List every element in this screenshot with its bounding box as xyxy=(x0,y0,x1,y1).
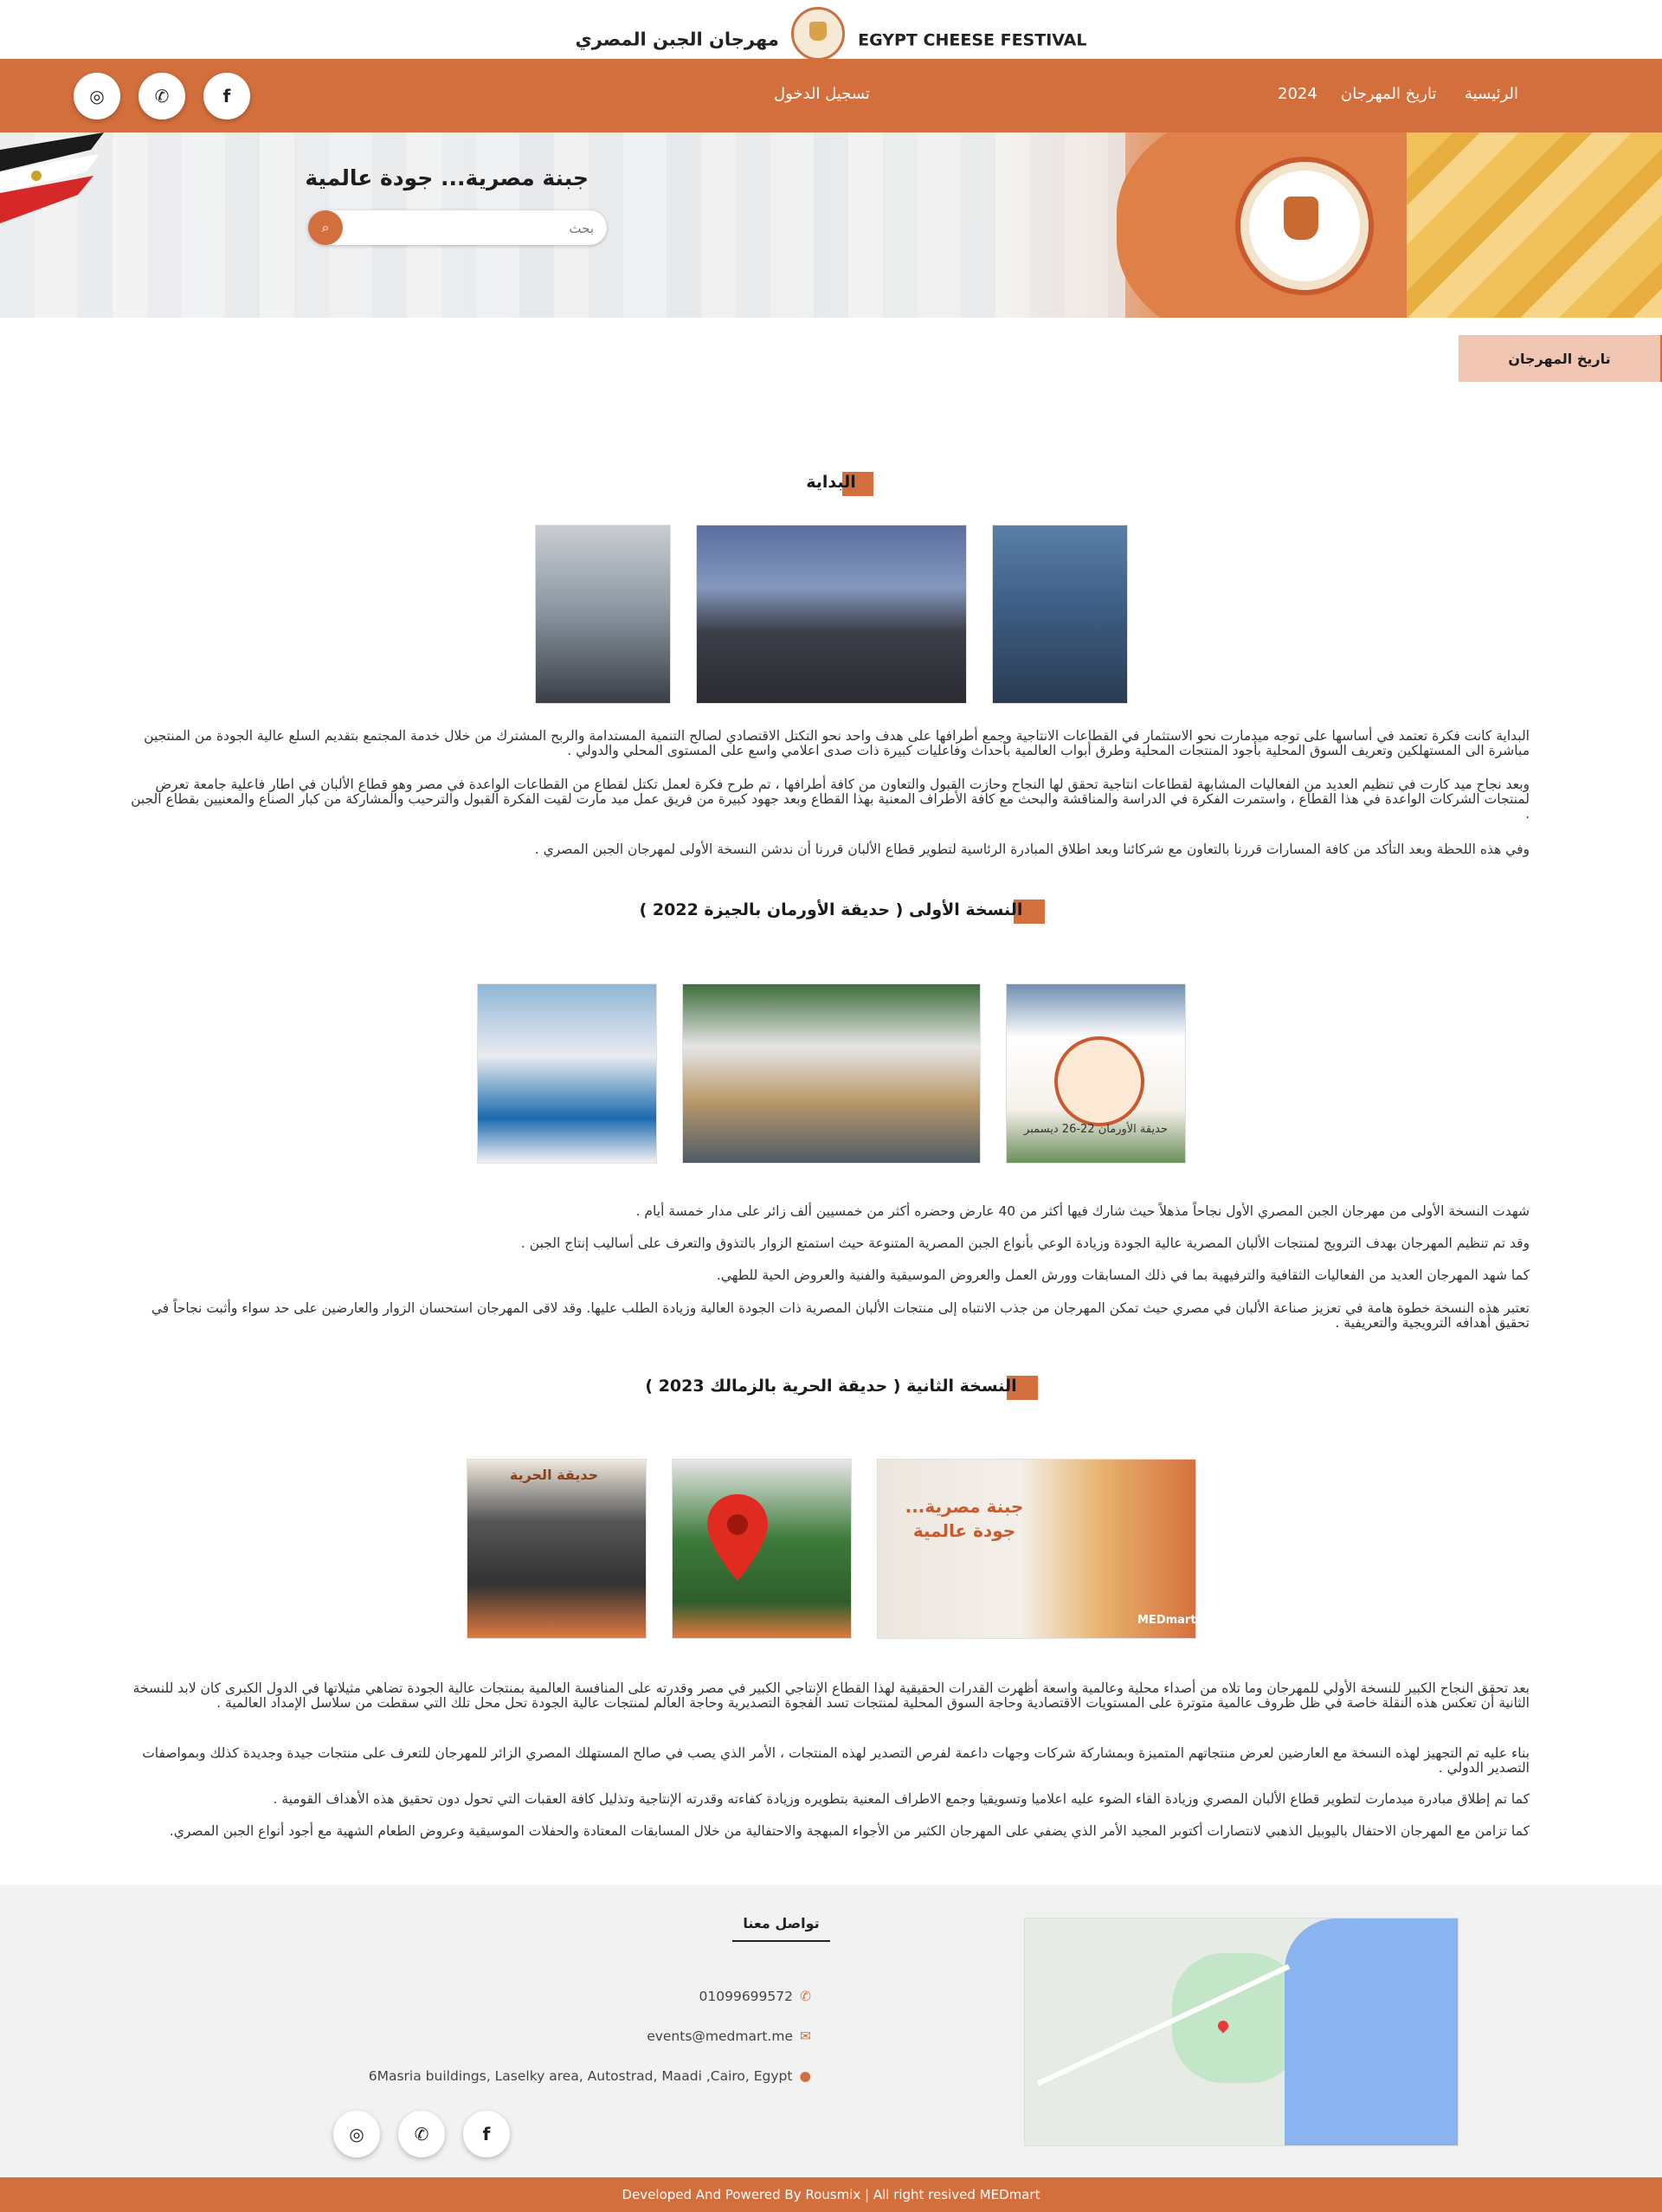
hero-banner: جبنة مصرية... جودة عالمية ⌕ xyxy=(0,132,1662,318)
photo-officials xyxy=(992,525,1128,704)
nav-link-2024[interactable]: 2024 xyxy=(1278,85,1317,103)
photo-festival-gate xyxy=(682,983,981,1164)
paragraph: بناء عليه تم التجهيز لهذه النسخة مع العا… xyxy=(142,1745,1530,1776)
map-marker-icon: ● xyxy=(799,2068,811,2084)
facebook-icon[interactable]: f xyxy=(463,2111,510,2157)
park-sign-text: حديقة الحرية xyxy=(509,1467,599,1483)
login-link[interactable]: تسجيل الدخول xyxy=(774,85,870,103)
hero-title: جبنة مصرية... جودة عالمية xyxy=(305,165,589,190)
paragraph: البداية كانت فكرة تعتمد في أساسها على تو… xyxy=(144,728,1530,758)
festival-logo-icon xyxy=(791,7,846,61)
paragraph: وبعد نجاح ميد كارت في تنظيم العديد من ال… xyxy=(131,777,1530,822)
contact-phone[interactable]: 01099699572 ✆ xyxy=(699,1989,811,2004)
instagram-icon[interactable]: ◎ xyxy=(74,73,120,119)
brand-name-ar: مهرجان الجبن المصري xyxy=(575,29,779,50)
tab-festival-history[interactable]: تاريخ المهرجان xyxy=(1459,335,1662,382)
photo-festival-banner: جبنة مصرية... جودة عالمية MEDmart xyxy=(877,1459,1196,1639)
egypt-flag-icon xyxy=(0,132,104,223)
paragraph: بعد تحقق النجاح الكبير للنسخة الأولي للم… xyxy=(132,1680,1530,1711)
photo-park-gate: حديقة الحرية xyxy=(467,1459,647,1639)
whatsapp-icon[interactable]: ✆ xyxy=(398,2111,445,2157)
brand-name-en: EGYPT CHEESE FESTIVAL xyxy=(858,30,1087,50)
contact-email[interactable]: events@medmart.me ✉ xyxy=(647,2028,811,2044)
copyright-bar: Developed And Powered By Rousmix | All r… xyxy=(0,2177,1662,2212)
nav-link-history[interactable]: تاريخ المهرجان xyxy=(1341,85,1437,103)
festival-logo-large xyxy=(1235,157,1374,295)
photo-conference-room xyxy=(696,525,967,704)
banner-brand: MEDmart xyxy=(1137,1614,1196,1627)
paragraph: وقد تم تنظيم المهرجان بهدف الترويج لمنتج… xyxy=(520,1235,1530,1251)
search-input[interactable] xyxy=(360,210,596,247)
instagram-icon[interactable]: ◎ xyxy=(333,2111,380,2157)
paragraph: شهدت النسخة الأولى من مهرجان الجبن المصر… xyxy=(635,1203,1530,1219)
section-title-second-edition: النسخة الثانية ( حديقة الحرية بالزمالك 2… xyxy=(0,1376,1662,1400)
phone-icon: ✆ xyxy=(800,1989,811,2004)
photo-festival-flag: حديقة الأورمان 22-26 ديسمبر xyxy=(1006,983,1186,1164)
brand-bar: مهرجان الجبن المصري EGYPT CHEESE FESTIVA… xyxy=(0,0,1662,61)
envelope-icon: ✉ xyxy=(800,2028,811,2044)
flag-logo-icon xyxy=(1054,1036,1144,1126)
section-title-first-edition: النسخة الأولى ( حديقة الأورمان بالجيزة 2… xyxy=(0,900,1662,924)
photo-location-pin xyxy=(672,1459,852,1639)
paragraph: كما تم إطلاق مبادرة ميدمارت لتطوير قطاع … xyxy=(273,1791,1530,1807)
photo-group-meeting xyxy=(535,525,671,704)
search-box: ⌕ xyxy=(308,210,607,247)
whatsapp-icon[interactable]: ✆ xyxy=(138,73,185,119)
paragraph: وفي هذه اللحظة وبعد التأكد من كافة المسا… xyxy=(534,842,1530,857)
location-pin-icon xyxy=(707,1494,768,1581)
flag-banner-text: حديقة الأورمان 22-26 ديسمبر xyxy=(1024,1123,1168,1136)
section-title-beginning: البداية xyxy=(0,472,1662,496)
cheese-map-image xyxy=(1407,132,1662,318)
contact-address: 6Masria buildings, Laselky area, Autostr… xyxy=(368,2068,811,2084)
facebook-icon[interactable]: f xyxy=(203,73,250,119)
search-icon[interactable]: ⌕ xyxy=(308,210,343,245)
paragraph: كما شهد المهرجان العديد من الفعاليات الث… xyxy=(716,1267,1530,1283)
photo-cheese-stall xyxy=(477,983,657,1164)
paragraph: تعتبر هذه النسخة خطوة هامة في تعزيز صناع… xyxy=(151,1300,1530,1331)
location-map[interactable] xyxy=(1024,1918,1459,2146)
contact-title: تواصل معنا xyxy=(732,1915,830,1942)
paragraph: كما تزامن مع المهرجان الاحتفال باليوبيل … xyxy=(169,1823,1530,1839)
banner-title: جبنة مصرية... جودة عالمية xyxy=(905,1496,1024,1541)
nav-link-home[interactable]: الرئيسية xyxy=(1465,85,1518,103)
main-nav: ◎ ✆ f تسجيل الدخول 2024 تاريخ المهرجان ا… xyxy=(0,59,1662,132)
